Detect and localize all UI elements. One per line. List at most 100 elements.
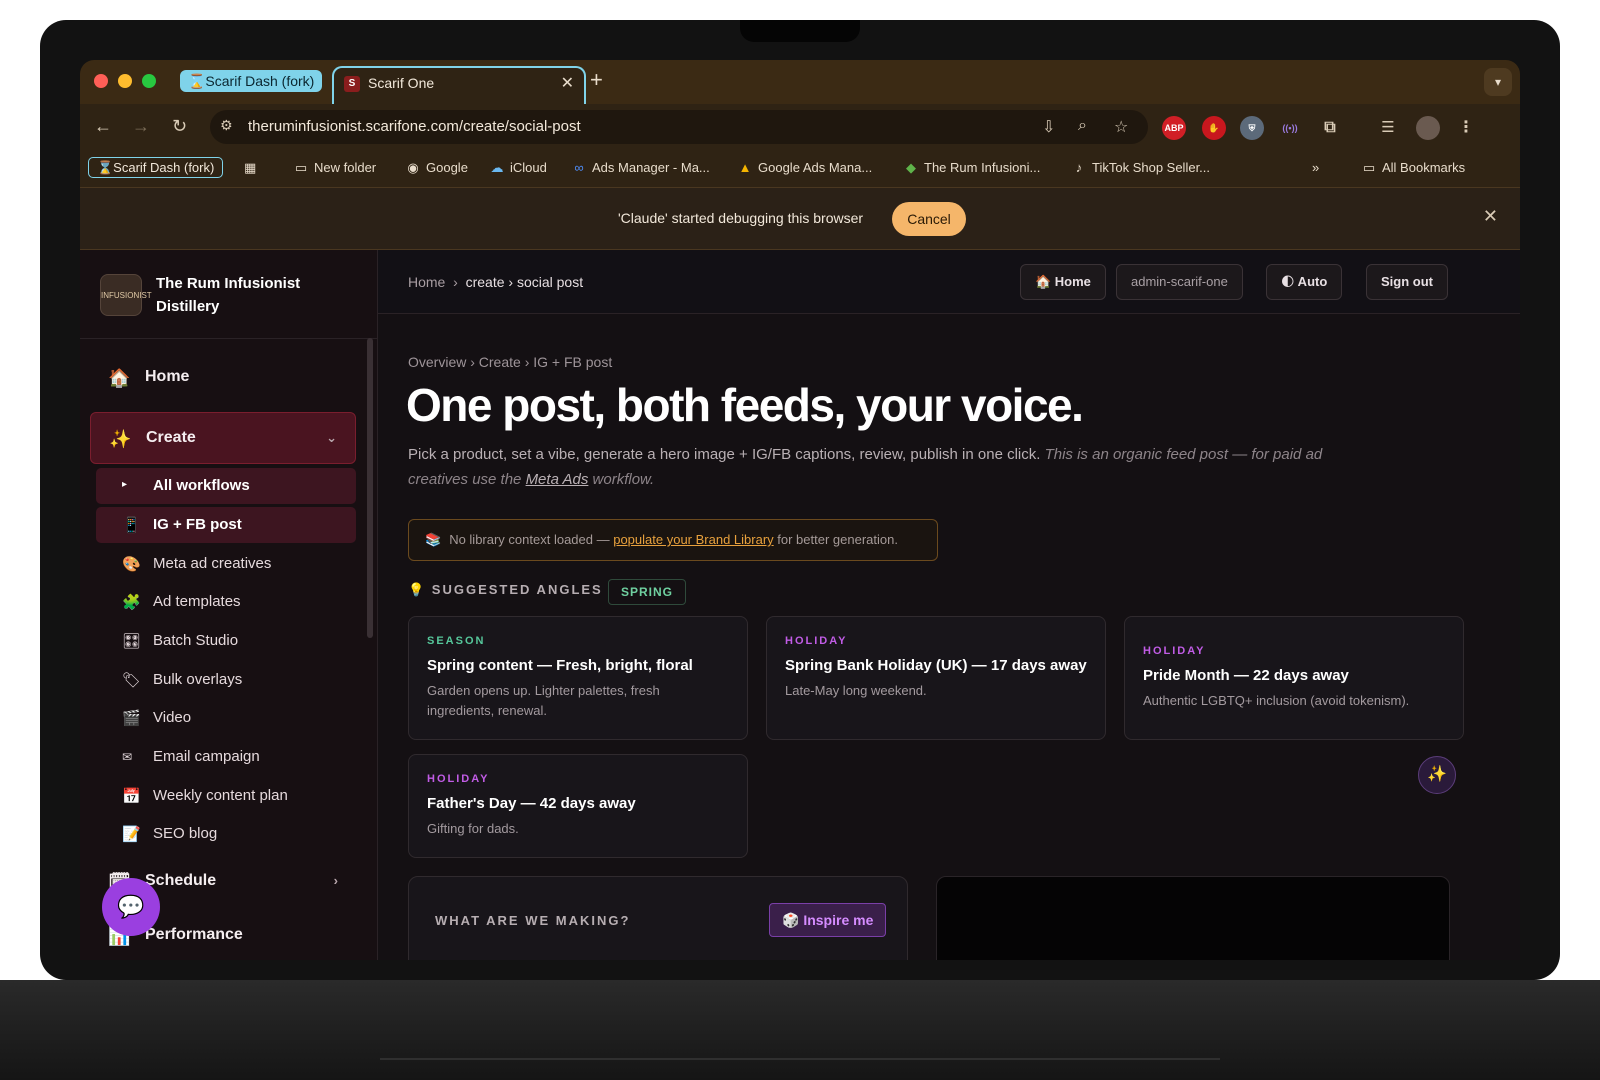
sidebar-divider	[80, 338, 377, 339]
bookmark-ads-manager[interactable]: ∞ Ads Manager - Ma...	[572, 160, 709, 175]
sidebar-item-label: Email campaign	[153, 748, 260, 765]
angle-description: Gifting for dads.	[427, 821, 519, 836]
brand-library-link[interactable]: populate your Brand Library	[613, 532, 773, 547]
tab-scarif-one[interactable]: S Scarif One ✕	[332, 66, 586, 106]
angle-card[interactable]: HOLIDAY Father's Day — 42 days away Gift…	[408, 754, 748, 858]
reading-list-icon[interactable]: ☰	[1376, 116, 1400, 140]
user-account-button[interactable]: admin-scarif-one	[1116, 264, 1243, 300]
sidebar-item-home[interactable]: 🏠 Home	[90, 352, 356, 404]
sparkles-icon: ✨	[109, 429, 132, 449]
sign-out-button[interactable]: Sign out	[1366, 264, 1448, 300]
sidebar-scrollbar[interactable]	[367, 338, 373, 638]
url-text[interactable]: theruminfusionist.scarifone.com/create/s…	[248, 118, 581, 135]
shield-extension-icon[interactable]: ⛨	[1240, 116, 1264, 140]
address-bar[interactable]: ⚙ theruminfusionist.scarifone.com/create…	[210, 110, 1148, 144]
angle-tag: HOLIDAY	[1143, 645, 1206, 657]
bookmark-star-icon[interactable]: ☆	[1114, 117, 1128, 137]
bookmark-group-scarif-dash[interactable]: ⌛Scarif Dash (fork)	[88, 157, 224, 178]
forward-arrow-icon[interactable]: →	[132, 116, 150, 136]
site-settings-icon[interactable]: ⚙	[220, 117, 233, 134]
tab-search-button[interactable]: ▾	[1484, 68, 1512, 96]
sidebar-item-bulk-overlays[interactable]: 🏷 Bulk overlays	[96, 662, 356, 698]
sidebar-item-label: Ad templates	[153, 593, 241, 610]
bookmark-new-folder[interactable]: ▭ New folder	[294, 160, 376, 176]
tab-title: Scarif One	[368, 75, 435, 91]
sidebar-item-weekly-content-plan[interactable]: 📅 Weekly content plan	[96, 778, 356, 814]
extensions-puzzle-icon[interactable]: ⧉	[1318, 116, 1342, 140]
sidebar: INFUSIONIST The Rum Infusionist Distille…	[80, 250, 378, 960]
cancel-debugging-button[interactable]: Cancel	[892, 202, 966, 236]
adblock-plus-icon[interactable]: ABP	[1162, 116, 1186, 140]
web-app: INFUSIONIST The Rum Infusionist Distille…	[80, 250, 1520, 960]
broadcast-extension-icon[interactable]: ((•))	[1278, 116, 1302, 140]
new-tab-button[interactable]: +	[590, 69, 603, 91]
inspire-me-button[interactable]: 🎲 Inspire me	[769, 903, 887, 937]
label-icon: 🏷	[122, 672, 142, 689]
sidebar-item-ad-templates[interactable]: 🧩 Ad templates	[96, 584, 356, 620]
apps-grid-icon[interactable]: ▦	[244, 160, 256, 176]
close-tab-icon[interactable]: ✕	[561, 73, 574, 93]
browser-menu-icon[interactable]: ⋮	[1454, 116, 1478, 140]
folder-icon: ▭	[294, 160, 308, 175]
back-arrow-icon[interactable]: ←	[94, 116, 112, 136]
angle-card[interactable]: HOLIDAY Spring Bank Holiday (UK) — 17 da…	[766, 616, 1106, 740]
meta-icon: ∞	[574, 160, 584, 175]
theme-toggle-button[interactable]: 🌓 Auto	[1266, 264, 1343, 300]
angle-card[interactable]: SEASON Spring content — Fresh, bright, f…	[408, 616, 748, 740]
close-infobar-icon[interactable]: ✕	[1483, 206, 1498, 227]
sidebar-item-label: Home	[145, 368, 190, 385]
bookmark-icloud[interactable]: ☁ iCloud	[490, 160, 547, 176]
sidebar-item-label: Video	[153, 709, 192, 726]
tab-group-scarif-dash[interactable]: ⌛Scarif Dash (fork)	[180, 70, 323, 92]
close-window-button[interactable]	[94, 74, 108, 88]
icloud-icon: ☁	[490, 160, 504, 175]
sidebar-item-all-workflows[interactable]: ▸ All workflows	[96, 468, 356, 504]
puzzle-icon: 🧩	[122, 594, 141, 611]
sidebar-item-label: Bulk overlays	[153, 671, 243, 688]
angle-card[interactable]: HOLIDAY Pride Month — 22 days away Authe…	[1124, 616, 1464, 740]
all-bookmarks[interactable]: ▭ All Bookmarks	[1362, 160, 1465, 176]
sidebar-item-email-campaign[interactable]: ✉ Email campaign	[96, 739, 356, 775]
more-bookmarks-icon[interactable]: »	[1312, 160, 1319, 175]
home-button[interactable]: 🏠 Home	[1020, 264, 1106, 300]
crumb-home-link[interactable]: Home	[408, 274, 445, 290]
stop-hand-extension-icon[interactable]: ✋	[1202, 116, 1226, 140]
chevron-right-icon: ›	[333, 873, 338, 888]
angle-description: Late-May long weekend.	[785, 683, 927, 698]
scarif-favicon-icon: S	[344, 76, 360, 92]
bookmark-rum-infusionist[interactable]: ◆ The Rum Infusioni...	[904, 160, 1040, 176]
angle-title: Pride Month — 22 days away	[1143, 667, 1349, 684]
sidebar-item-batch-studio[interactable]: 🎛 Batch Studio	[96, 623, 356, 659]
reload-icon[interactable]: ↻	[172, 116, 187, 136]
sidebar-item-ig-fb-post[interactable]: 📱 IG + FB post	[96, 507, 356, 543]
folder-icon: ▭	[1362, 160, 1376, 175]
bookmark-tiktok-shop[interactable]: ♪ TikTok Shop Seller...	[1072, 160, 1210, 175]
bookmarks-bar: ⌛Scarif Dash (fork) ▦ ▭ New folder ◉ Googl…	[80, 148, 1520, 188]
sidebar-item-seo-blog[interactable]: 📝 SEO blog	[96, 816, 356, 852]
profile-avatar[interactable]	[1416, 116, 1440, 140]
maximize-window-button[interactable]	[142, 74, 156, 88]
zoom-icon[interactable]: ⌕	[1078, 117, 1087, 135]
sidebar-item-video[interactable]: 🎬 Video	[96, 700, 356, 736]
sidebar-item-label: Create	[146, 429, 196, 446]
envelope-icon: ✉	[122, 750, 133, 764]
bookmark-google-ads[interactable]: ▲ Google Ads Mana...	[738, 160, 873, 175]
sidebar-item-label: IG + FB post	[153, 516, 242, 533]
crumb-current: create › social post	[465, 274, 584, 290]
sidebar-item-meta-ad-creatives[interactable]: 🎨 Meta ad creatives	[96, 546, 356, 582]
install-app-icon[interactable]: ⇩	[1042, 117, 1055, 137]
angle-tag: SEASON	[427, 635, 486, 647]
bookmark-google[interactable]: ◉ Google	[406, 160, 468, 176]
making-panel: WHAT ARE WE MAKING? 🎲 Inspire me	[408, 876, 908, 960]
meta-ads-link[interactable]: Meta Ads	[526, 471, 589, 488]
main-content: Overview › Create › IG + FB post One pos…	[378, 314, 1508, 960]
sidebar-item-label: Meta ad creatives	[153, 555, 272, 572]
page-description: Pick a product, set a vibe, generate a h…	[408, 446, 1323, 488]
sidebar-item-create[interactable]: ✨ Create ⌄	[90, 412, 356, 464]
chat-button[interactable]: 💬	[102, 878, 160, 936]
ai-assistant-sparkle-icon[interactable]: ✨	[1418, 756, 1456, 794]
chevron-down-icon: ⌄	[326, 430, 337, 445]
minimize-window-button[interactable]	[118, 74, 132, 88]
shopify-icon: ◆	[906, 160, 916, 175]
sidebar-item-label: SEO blog	[153, 825, 218, 842]
